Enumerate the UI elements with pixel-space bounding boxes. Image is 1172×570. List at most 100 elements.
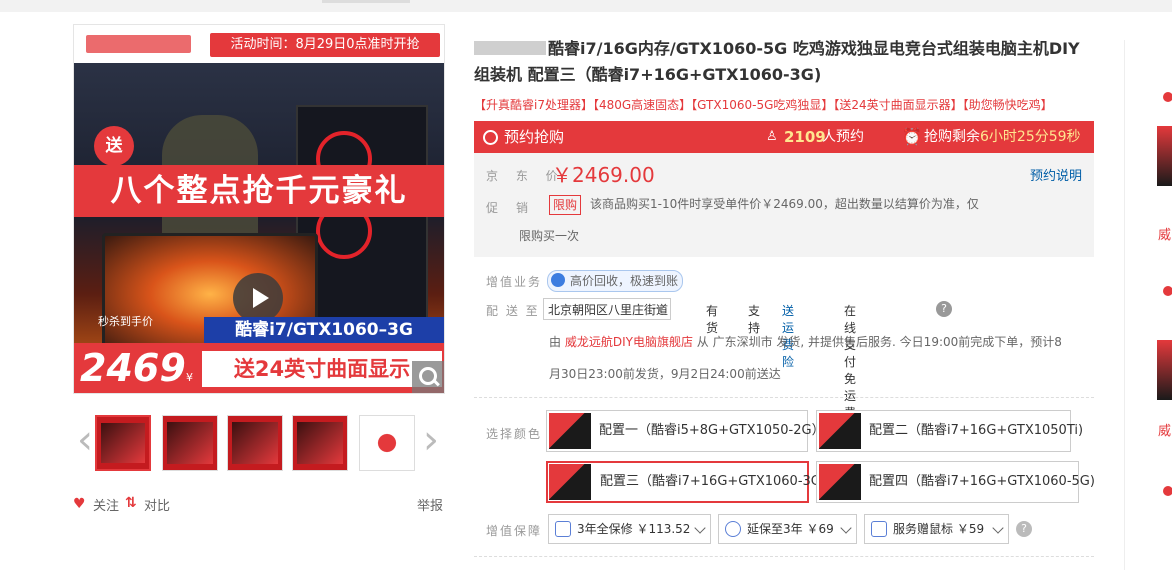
thumbnail-1[interactable] [95, 415, 151, 471]
main-product-image[interactable]: 活动时间：8月29日0点准时开抢 送 八个整点抢千元豪礼 秒杀到手价 酷睿i7/… [73, 24, 445, 394]
clock-icon [483, 130, 498, 145]
image-price-strip: 2469 ¥ 送24英寸曲面显示 [74, 343, 444, 393]
promo-banner: 八个整点抢千元豪礼 [74, 165, 444, 217]
top-bar [0, 0, 1172, 12]
thumbnail-4[interactable] [292, 415, 348, 471]
shop-link[interactable]: 威龙远航DIY电脑旗舰店 [565, 335, 693, 349]
refresh-icon [725, 521, 741, 537]
chevron-left-icon[interactable]: ‹ [75, 420, 95, 460]
sidebar-text-1: 威 [1158, 228, 1172, 243]
warranty-option-1[interactable]: 3年全保修 ￥113.52 [548, 514, 711, 544]
compare-icon[interactable]: ⇅ [125, 495, 137, 511]
presale-count-suffix: 人预约 [822, 129, 864, 145]
gift-banner: 送24英寸曲面显示 [202, 351, 442, 387]
variant-text: 配置一（酷睿i5+8G+GTX1050-2G） [599, 423, 825, 438]
price-box: 京 东 价 ￥2469.00 预约说明 促 销 限购 该商品购买1-10件时享受… [474, 153, 1094, 257]
thumbnail-3[interactable] [227, 415, 283, 471]
promo-line-1: 该商品购买1-10件时享受单件价￥2469.00，超出数量以结算价为准，仅 [590, 197, 979, 211]
presale-bar: 预约抢购 ♙ 2109 人预约 ⏰ 抢购剩余6小时25分59秒 [474, 121, 1094, 153]
follow-link[interactable]: 关注 [93, 495, 119, 514]
brand-logo [86, 35, 191, 53]
play-video-button[interactable] [233, 273, 283, 323]
report-link[interactable]: 举报 [417, 495, 443, 514]
flash-sale-label: 秒杀到手价 [98, 315, 153, 328]
chevron-down-icon [694, 522, 706, 534]
sidebar-card[interactable] [1157, 340, 1172, 400]
thumbnail-5[interactable] [359, 415, 415, 471]
warranty-text: 服务赠鼠标 ￥59 [893, 522, 985, 536]
trade-in-text: 高价回收，极速到账 [570, 274, 679, 288]
warranty-text: 3年全保修 ￥113.52 [577, 522, 691, 536]
recycle-icon [551, 273, 565, 287]
promo-line-2: 限购买一次 [519, 229, 580, 243]
seller-prefix: 由 [549, 335, 562, 349]
countdown: 抢购剩余6小时25分59秒 [924, 121, 1081, 153]
variant-thumbnail [819, 464, 861, 500]
sidebar-dot [1163, 92, 1172, 102]
section-divider [474, 397, 1094, 399]
delivery-label: 配 送 至 [486, 304, 540, 318]
countdown-value: 6小时25分59秒 [980, 129, 1081, 145]
activity-time-banner: 活动时间：8月29日0点准时开抢 [210, 33, 440, 57]
image-header: 活动时间：8月29日0点准时开抢 [74, 25, 444, 63]
spec-banner: 酷睿i7/GTX1060–3G [204, 317, 444, 343]
warranty-label: 增值保障 [486, 524, 543, 538]
zoom-icon[interactable] [412, 361, 444, 393]
warranty-option-3[interactable]: 服务赠鼠标 ￥59 [864, 514, 1009, 544]
chevron-down-icon [840, 522, 852, 534]
sidebar-text-2: 威 [1158, 424, 1172, 439]
variant-option-3[interactable]: 配置三（酷睿i7+16G+GTX1060-3G) [546, 461, 826, 503]
thumbnail-strip: ‹ › [73, 411, 445, 475]
alarm-clock-icon: ⏰ [902, 127, 922, 146]
presale-info-link[interactable]: 预约说明 [1030, 165, 1082, 184]
sidebar-dot [1163, 486, 1172, 496]
product-actions: ♥ 关注 ⇅ 对比 举报 [73, 495, 445, 514]
warranty-help-icon[interactable]: ? [1016, 521, 1032, 537]
top-tab[interactable] [322, 0, 410, 3]
seller-line-1: 由 威龙远航DIY电脑旗舰店 从 广东深圳市 发货, 并提供售后服务. 今日19… [549, 324, 1062, 360]
service-label: 增值业务 [486, 275, 543, 289]
limit-tag: 限购 [549, 195, 582, 215]
help-icon[interactable]: ? [936, 301, 952, 317]
image-price-unit: ¥ [186, 371, 193, 384]
variant-thumbnail [549, 464, 591, 500]
chevron-right-icon[interactable]: › [421, 420, 441, 460]
recommendation-sidebar: 威 威 [1124, 40, 1172, 570]
countdown-prefix: 抢购剩余 [924, 129, 980, 145]
variant-label: 选择颜色 [486, 427, 543, 441]
thumbnail-2[interactable] [162, 415, 218, 471]
compare-link[interactable]: 对比 [144, 495, 170, 514]
shield-icon [555, 521, 571, 537]
price-value: ￥2469.00 [552, 163, 655, 187]
heart-icon[interactable]: ♥ [73, 497, 86, 511]
variant-option-1[interactable]: 配置一（酷睿i5+8G+GTX1050-2G） [546, 410, 825, 452]
blurred-brand [474, 41, 546, 55]
product-tags: 【升真酷睿i7处理器】【480G高速固态】【GTX1060-5G吃鸡独显】【送2… [474, 98, 1053, 112]
send-badge: 送 [94, 126, 134, 166]
gift-icon [871, 521, 887, 537]
user-icon: ♙ [766, 129, 778, 144]
product-title: 酷睿i7/16G内存/GTX1060-5G 吃鸡游戏独显电竞台式组装电脑主机DI… [474, 36, 1094, 88]
seller-line-2: 月30日23:00前发货，9月2日24:00前送达 [549, 367, 781, 381]
presale-count: 2109 [784, 128, 826, 146]
seller-text: 从 广东深圳市 发货, 并提供售后服务. 今日19:00前完成下单，预计8 [696, 335, 1062, 349]
sidebar-dot [1163, 286, 1172, 296]
presale-label: 预约抢购 [504, 128, 565, 146]
variant-thumbnail [549, 413, 591, 449]
variant-option-4[interactable]: 配置四（酷睿i7+16G+GTX1060-5G) [816, 461, 1095, 503]
payment-text: 在线支付免运费 [844, 304, 857, 420]
variant-text: 配置二（酷睿i7+16G+GTX1050Ti) [869, 423, 1084, 438]
variant-text: 配置四（酷睿i7+16G+GTX1060-5G) [869, 474, 1095, 489]
bottom-divider [474, 556, 1094, 557]
sidebar-card[interactable] [1157, 126, 1172, 186]
trade-in-chip[interactable]: 高价回收，极速到账 [547, 270, 684, 292]
variant-thumbnail [819, 413, 861, 449]
product-title-text: 酷睿i7/16G内存/GTX1060-5G 吃鸡游戏独显电竞台式组装电脑主机DI… [474, 39, 1080, 84]
warranty-text: 延保至3年 ￥69 [747, 522, 834, 536]
variant-text: 配置三（酷睿i7+16G+GTX1060-3G) [600, 474, 826, 489]
warranty-option-2[interactable]: 延保至3年 ￥69 [718, 514, 857, 544]
variant-option-2[interactable]: 配置二（酷睿i7+16G+GTX1050Ti) [816, 410, 1083, 452]
image-price: 2469 [80, 346, 186, 390]
address-select[interactable]: 北京朝阳区八里庄街道 [543, 298, 671, 320]
chevron-down-icon [992, 522, 1004, 534]
